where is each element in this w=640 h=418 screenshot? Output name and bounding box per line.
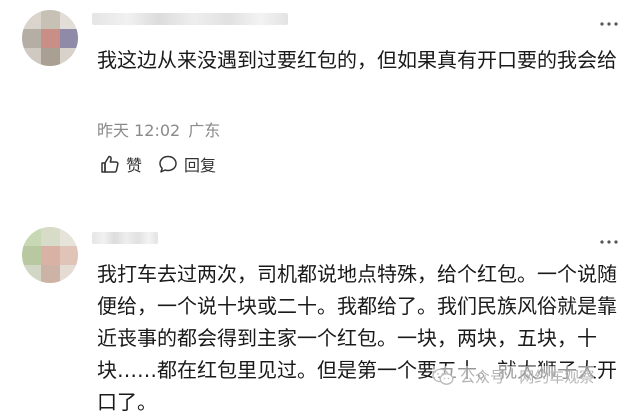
comment-text: 我这边从来没遇到过要红包的，但如果真有开口要的我会给 [97, 48, 617, 72]
username-redacted[interactable] [92, 232, 158, 244]
comment-actions: 赞 回复 [100, 152, 232, 176]
more-dots-icon[interactable] [598, 232, 620, 252]
watermark-text: 公众号 · 网约车观察 [460, 368, 595, 386]
watermark: 公众号 · 网约车观察 [432, 366, 595, 387]
comment-time: 昨天 12:02 [97, 121, 181, 140]
thumb-up-icon [101, 155, 119, 173]
reply-button[interactable]: 回复 [158, 152, 216, 176]
more-dots-icon[interactable] [598, 14, 620, 34]
username-redacted[interactable] [92, 13, 288, 25]
like-button[interactable]: 赞 [100, 152, 142, 176]
speech-bubble-icon [159, 155, 177, 173]
reply-label: 回复 [184, 156, 217, 175]
avatar[interactable] [22, 227, 78, 283]
comment-location: 广东 [188, 121, 221, 140]
comment-text: 我打车去过两次，司机都说地点特殊，给个红包。一个说随便给，一个说十块或二十。我都… [97, 262, 617, 414]
comment-meta: 昨天 12:02 广东 [97, 117, 228, 141]
wechat-icon [432, 368, 454, 385]
avatar[interactable] [22, 10, 78, 66]
comment-item: 我这边从来没遇到过要红包的，但如果真有开口要的我会给 昨天 12:02 广东 赞 … [0, 0, 640, 200]
like-label: 赞 [126, 156, 143, 175]
